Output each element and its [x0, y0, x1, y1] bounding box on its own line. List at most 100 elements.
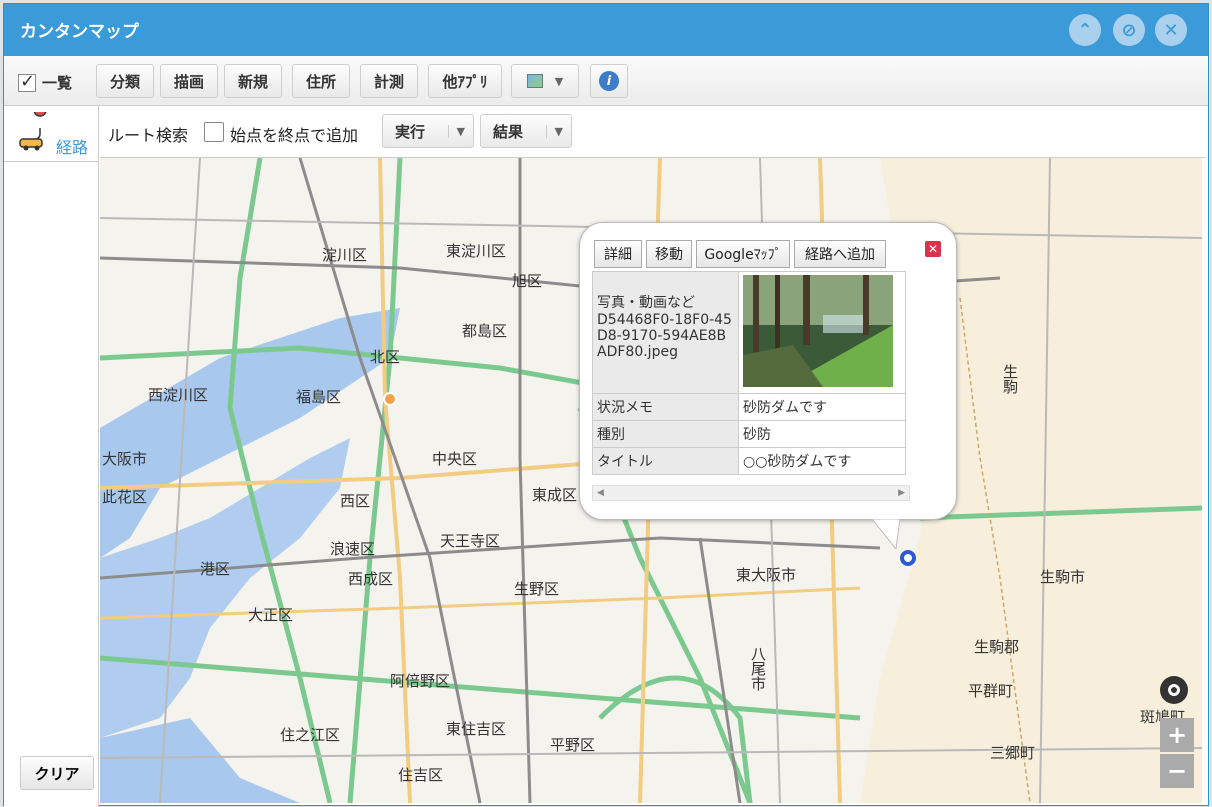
detail-button[interactable]: 詳細 — [594, 240, 642, 268]
popup-hscrollbar[interactable]: ◀ ▶ — [592, 485, 910, 501]
map-label: 生駒市 — [1040, 568, 1086, 586]
info-value: 砂防ダムです — [738, 393, 906, 421]
photo-thumbnail-cell — [738, 271, 906, 394]
map-label: 八尾市 — [749, 646, 767, 691]
photo-label: 写真・動画など — [597, 295, 695, 311]
run-label: 実行 — [395, 122, 426, 141]
chevron-down-icon: ▼ — [554, 74, 564, 88]
start-as-end-label: 始点を終点で追加 — [230, 126, 359, 145]
map-label: 大正区 — [248, 606, 294, 624]
map-label: 此花区 — [102, 488, 148, 506]
route-search-bar: ルート検索 始点を終点で追加 実行 ▼ 結果 ▼ — [100, 106, 1206, 158]
photo-thumbnail[interactable] — [743, 275, 893, 387]
route-label: 経路 — [56, 138, 89, 157]
sidebar: 経路 クリア — [4, 106, 99, 807]
map-label: 住之江区 — [280, 726, 341, 744]
map-label: 中央区 — [432, 450, 478, 468]
zoom-out-button[interactable]: − — [1160, 754, 1194, 788]
map-label: 大阪市 — [102, 450, 148, 468]
result-label: 結果 — [493, 122, 524, 141]
map-label: 西淀川区 — [148, 386, 209, 404]
locate-button[interactable] — [1160, 676, 1188, 704]
new-button[interactable]: 新規 — [224, 64, 282, 98]
address-button[interactable]: 住所 — [292, 64, 350, 98]
map-label: 平野区 — [550, 736, 596, 754]
info-value: ○○砂防ダムです — [738, 447, 906, 475]
crosshair-icon — [1168, 684, 1180, 696]
map-label: 阿倍野区 — [390, 672, 451, 690]
route-search-title: ルート検索 — [108, 126, 189, 145]
result-button[interactable]: 結果 ▼ — [480, 114, 572, 148]
close-button[interactable]: ✕ — [1155, 14, 1187, 46]
route-tab[interactable]: 経路 — [4, 106, 99, 162]
map-label: 東淀川区 — [446, 242, 507, 260]
selected-point-marker[interactable] — [900, 550, 916, 566]
map-label: 旭区 — [512, 272, 543, 290]
map-label: 浪速区 — [330, 540, 376, 558]
info-key: 種別 — [592, 420, 739, 448]
window-title: カンタンマップ — [20, 22, 139, 42]
chevron-down-icon: ▼ — [545, 124, 563, 138]
layer-dropdown[interactable]: ▼ — [511, 64, 579, 98]
info-row: タイトル ○○砂防ダムです — [592, 447, 906, 475]
zoom-in-button[interactable]: + — [1160, 718, 1194, 752]
scroll-left-icon[interactable]: ◀ — [597, 488, 604, 498]
info-button[interactable]: i — [590, 64, 628, 98]
minimize-icon: ⊘ — [1121, 19, 1137, 41]
toolbar: 一覧 分類 描画 新規 住所 計測 他ｱﾌﾟﾘ ▼ i — [4, 56, 1208, 106]
map-label: 北区 — [370, 348, 401, 366]
map-label: 三郷町 — [990, 744, 1036, 762]
map-label: 港区 — [200, 560, 231, 578]
popup-close-icon[interactable]: ✕ — [925, 241, 941, 257]
info-icon: i — [599, 71, 619, 91]
map-label: 都島区 — [462, 322, 508, 340]
clear-button[interactable]: クリア — [20, 756, 94, 790]
map-label: 平群町 — [968, 682, 1014, 700]
map-label: 天王寺区 — [440, 532, 501, 550]
image-icon — [526, 74, 543, 88]
map-label: 生駒郡 — [974, 638, 1020, 656]
map-label: 西区 — [340, 492, 371, 510]
add-to-route-button[interactable]: 経路へ追加 — [794, 240, 886, 268]
map-label: 福島区 — [296, 388, 342, 406]
chevron-up-icon: ⌃ — [1077, 19, 1093, 41]
info-key: タイトル — [592, 447, 739, 475]
info-value: 砂防 — [738, 420, 906, 448]
map-label: 東住吉区 — [446, 720, 507, 738]
app-window: カンタンマップ ⌃ ⊘ ✕ 一覧 分類 描画 新規 住所 計測 他ｱﾌﾟﾘ ▼ … — [3, 3, 1209, 807]
photo-filename: D54468F0-18F0-45D8-9170-594AE8BADF80.jpe… — [597, 312, 732, 360]
map-view[interactable]: 淀川区 東淀川区 旭区 都島区 北区 福島区 西淀川区 大阪市 此花区 西区 中… — [100, 158, 1202, 803]
other-apps-button[interactable]: 他ｱﾌﾟﾘ — [428, 64, 502, 98]
map-label: 東大阪市 — [736, 566, 797, 584]
start-as-end-checkbox[interactable] — [204, 122, 224, 142]
map-label: 東成区 — [532, 486, 578, 504]
minimize-button[interactable]: ⊘ — [1113, 14, 1145, 46]
map-label: 西成区 — [348, 570, 394, 588]
info-key: 状況メモ — [592, 393, 739, 421]
category-button[interactable]: 分類 — [96, 64, 154, 98]
route-car-icon — [19, 112, 47, 151]
info-row: 種別 砂防 — [592, 420, 906, 448]
list-toggle[interactable]: 一覧 — [18, 71, 73, 93]
run-button[interactable]: 実行 ▼ — [382, 114, 474, 148]
list-label: 一覧 — [42, 74, 73, 92]
scroll-right-icon[interactable]: ▶ — [898, 488, 905, 498]
google-map-button[interactable]: Googleﾏｯﾌﾟ — [696, 240, 790, 268]
popup-tail — [872, 519, 901, 549]
move-button[interactable]: 移動 — [646, 240, 692, 268]
draw-button[interactable]: 描画 — [160, 64, 218, 98]
measure-button[interactable]: 計測 — [360, 64, 418, 98]
info-row: 状況メモ 砂防ダムです — [592, 393, 906, 421]
list-checkbox[interactable] — [18, 71, 36, 92]
chevron-down-icon: ▼ — [447, 124, 465, 138]
close-icon: ✕ — [1163, 19, 1179, 41]
map-label: 住吉区 — [398, 766, 444, 784]
map-label: 淀川区 — [322, 246, 368, 264]
title-bar: カンタンマップ ⌃ ⊘ ✕ — [4, 4, 1208, 56]
photo-cell: 写真・動画など D54468F0-18F0-45D8-9170-594AE8BA… — [592, 271, 739, 394]
map-label: 生野区 — [514, 580, 560, 598]
current-location-marker[interactable] — [383, 392, 397, 406]
info-popup: 詳細 移動 Googleﾏｯﾌﾟ 経路へ追加 ✕ 写真・動画など D54468F… — [579, 222, 957, 549]
collapse-button[interactable]: ⌃ — [1069, 14, 1101, 46]
map-label: 生駒 — [1001, 364, 1019, 394]
